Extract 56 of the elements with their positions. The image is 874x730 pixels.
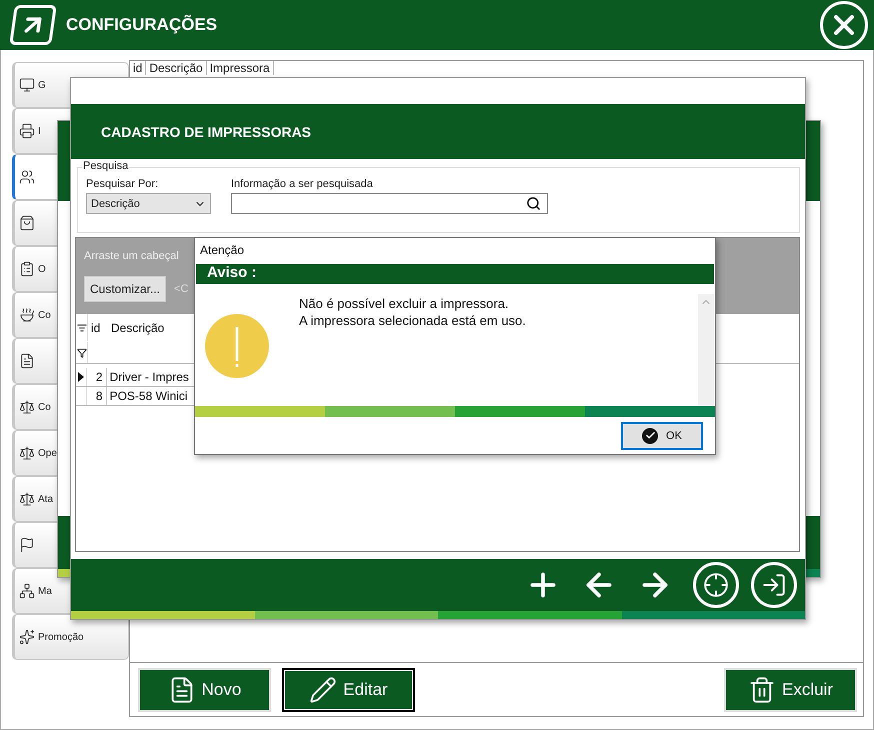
ok-button[interactable]: OK bbox=[621, 422, 703, 450]
column-chooser-icon[interactable] bbox=[76, 322, 86, 332]
scale-icon bbox=[19, 491, 35, 507]
window-title: CONFIGURAÇÕES bbox=[66, 15, 218, 35]
search-icon[interactable] bbox=[526, 196, 541, 211]
logo-icon bbox=[9, 5, 57, 45]
filter-icon[interactable] bbox=[76, 348, 86, 358]
crosshair-icon bbox=[703, 572, 729, 598]
column-header[interactable]: Descrição bbox=[146, 61, 207, 75]
table-cell: 2 bbox=[87, 368, 107, 386]
scale-icon bbox=[19, 399, 35, 415]
table-cell: 8 bbox=[87, 387, 107, 405]
column-header[interactable]: id bbox=[130, 61, 146, 75]
scrollbar[interactable] bbox=[698, 294, 714, 406]
crosshair-button[interactable] bbox=[693, 562, 739, 608]
field-label: Informação a ser pesquisada bbox=[231, 178, 374, 190]
action-button[interactable]: Novo bbox=[138, 668, 271, 712]
column-header[interactable]: Impressora bbox=[206, 61, 274, 75]
scale-icon bbox=[19, 445, 35, 461]
alert-heading: Aviso : bbox=[196, 264, 714, 284]
network-icon bbox=[19, 583, 35, 599]
exit-door-icon bbox=[761, 572, 787, 598]
column-hint: <C bbox=[174, 283, 188, 295]
search-by-dropdown[interactable]: Descrição bbox=[86, 193, 211, 214]
close-button[interactable] bbox=[820, 1, 868, 49]
window-title: CADASTRO DE IMPRESSORAS bbox=[100, 124, 312, 140]
search-field[interactable] bbox=[231, 193, 548, 214]
group-hint: Arraste um cabeçal bbox=[84, 250, 179, 262]
document-icon bbox=[19, 353, 35, 369]
table-cell-text: Driver - Impres bbox=[108, 369, 190, 386]
sparkle-icon bbox=[19, 629, 35, 645]
alert-message: Não é possível excluir a impressora. bbox=[299, 296, 510, 311]
column-header[interactable]: Descrição bbox=[108, 314, 198, 341]
field-label: Pesquisar Por: bbox=[86, 178, 160, 190]
people-icon bbox=[19, 169, 35, 185]
warning-icon bbox=[205, 314, 269, 378]
printer-icon bbox=[19, 123, 35, 139]
pencil-icon bbox=[309, 676, 338, 704]
dialog-title: Atenção bbox=[199, 242, 246, 259]
exit-button[interactable] bbox=[751, 562, 797, 608]
customize-button[interactable]: Customizar... bbox=[84, 276, 166, 302]
bag-icon bbox=[19, 215, 35, 231]
column-header[interactable]: id bbox=[88, 314, 108, 341]
trash-icon bbox=[748, 676, 776, 704]
check-icon bbox=[642, 428, 658, 444]
clipboard-icon bbox=[19, 261, 35, 277]
flag-icon bbox=[19, 537, 35, 553]
monitor-icon bbox=[19, 77, 35, 93]
alert-message: A impressora selecionada está em uso. bbox=[299, 313, 527, 328]
group-label: Pesquisa bbox=[82, 160, 130, 172]
bowl-icon bbox=[19, 307, 35, 323]
action-button[interactable]: Editar bbox=[282, 668, 415, 712]
table-cell-text: POS-58 Winici bbox=[108, 388, 189, 405]
sidebar-tab[interactable]: Promoção bbox=[12, 614, 129, 660]
action-button[interactable]: Excluir bbox=[724, 668, 857, 712]
row-pointer-icon bbox=[78, 372, 84, 382]
